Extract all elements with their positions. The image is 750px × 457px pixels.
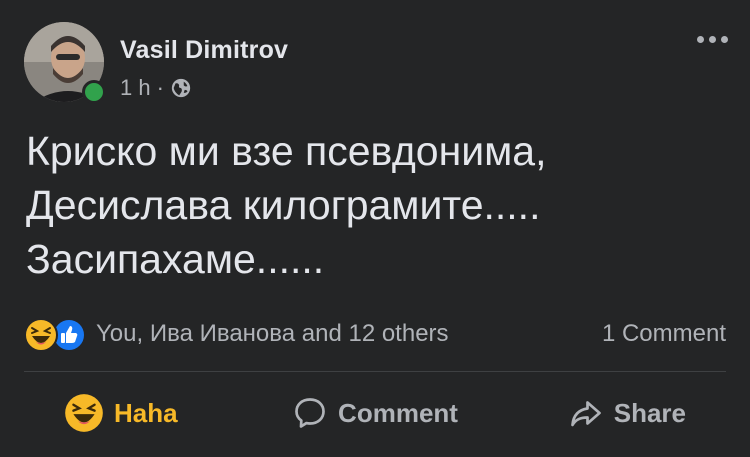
author-name[interactable]: Vasil Dimitrov (120, 36, 288, 65)
reactions-left[interactable]: You, Ива Иванова and 12 others (24, 316, 449, 352)
post-text-line: Десислава килограмите..... (26, 182, 541, 228)
haha-button[interactable]: Haha (24, 383, 258, 443)
action-bar: Haha Comment Share (24, 380, 726, 446)
avatar-wrapper[interactable] (24, 22, 106, 104)
comment-button[interactable]: Comment (258, 383, 492, 443)
more-dot (721, 36, 728, 43)
globe-icon (171, 78, 191, 98)
post-body: Криско ми взе псевдонима, Десислава кило… (26, 124, 726, 286)
post-timestamp-row: 1 h · (120, 75, 288, 101)
comment-count[interactable]: 1 Comment (602, 320, 726, 348)
comment-icon (295, 398, 325, 428)
more-options-button[interactable] (697, 36, 728, 43)
share-label: Share (613, 397, 686, 428)
post-meta: Vasil Dimitrov 1 h · (120, 36, 288, 101)
facebook-post: Vasil Dimitrov 1 h · Криско ми взе псевд… (0, 0, 750, 457)
post-text-line: Засипахаме...... (26, 236, 325, 282)
reactions-summary: You, Ива Иванова and 12 others 1 Comment (24, 312, 726, 356)
post-header: Vasil Dimitrov 1 h · (24, 22, 288, 104)
more-horizontal-icon (697, 36, 704, 43)
haha-label: Haha (114, 397, 178, 428)
haha-reaction-icon (65, 394, 103, 432)
more-dot (709, 36, 716, 43)
reaction-names[interactable]: You, Ива Иванова and 12 others (96, 320, 449, 348)
reaction-icons (24, 316, 90, 352)
online-status-dot (82, 80, 106, 104)
comment-label: Comment (338, 397, 458, 428)
share-button[interactable]: Share (492, 383, 726, 443)
meta-separator: · (156, 75, 164, 100)
post-time[interactable]: 1 h (120, 75, 151, 101)
divider (24, 371, 726, 372)
share-icon (570, 401, 601, 427)
post-text-line: Криско ми взе псевдонима, (26, 128, 547, 174)
haha-reaction-icon (24, 318, 58, 352)
